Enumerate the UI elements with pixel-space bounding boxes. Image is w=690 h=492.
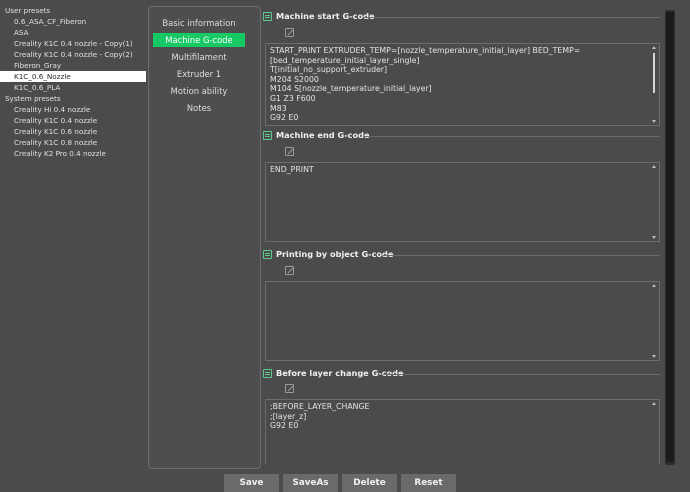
gcode-text[interactable]: END_PRINT — [270, 165, 647, 175]
preset-item[interactable]: ASA — [0, 27, 146, 38]
preset-item[interactable]: Creality K1C 0.6 nozzle — [0, 126, 146, 137]
preset-item[interactable]: Creality K1C 0.4 nozzle - Copy(2) — [0, 49, 146, 60]
nav-extruder-1[interactable]: Extruder 1 — [153, 67, 245, 81]
system-presets-title: System presets — [5, 94, 61, 103]
section-divider — [383, 255, 660, 256]
scroll-down-icon[interactable] — [652, 355, 656, 358]
preset-item[interactable]: Creality K1C 0.4 nozzle — [0, 115, 146, 126]
preset-item[interactable]: Creality K1C 0.4 nozzle - Copy(1) — [0, 38, 146, 49]
section-divider — [383, 374, 660, 375]
gcode-section-icon — [263, 131, 272, 140]
settings-nav: Basic information Machine G-code Multifi… — [148, 6, 261, 469]
editor-scrollbar[interactable] — [651, 401, 658, 464]
editor-scrollbar[interactable] — [651, 164, 658, 240]
section-machine-end-gcode: Machine end G-code END_PRINT — [260, 129, 660, 242]
scroll-down-icon[interactable] — [652, 120, 656, 123]
preset-item[interactable]: Creality K2 Pro 0.4 nozzle — [0, 148, 146, 159]
section-divider — [363, 136, 660, 137]
save-as-button[interactable]: SaveAs — [283, 474, 338, 492]
content-scroll-thumb[interactable] — [666, 12, 674, 462]
section-title: Printing by object G-code — [276, 249, 394, 259]
preset-item[interactable]: K1C_0.6_PLA — [0, 82, 146, 93]
reset-button[interactable]: Reset — [401, 474, 456, 492]
gcode-section-icon — [263, 250, 272, 259]
section-printing-by-object-gcode: Printing by object G-code — [260, 248, 660, 361]
section-divider — [363, 17, 660, 18]
machine-start-gcode-editor[interactable]: START_PRINT EXTRUDER_TEMP=[nozzle_temper… — [265, 43, 660, 126]
user-presets-title: User presets — [5, 6, 51, 15]
edit-icon[interactable] — [285, 384, 294, 393]
nav-multifilament[interactable]: Multifilament — [153, 50, 245, 64]
editor-scrollbar[interactable] — [651, 45, 658, 124]
nav-machine-gcode[interactable]: Machine G-code — [153, 33, 245, 47]
section-before-layer-change-gcode: Before layer change G-code ;BEFORE_LAYER… — [260, 367, 660, 464]
delete-button[interactable]: Delete — [342, 474, 397, 492]
gcode-content: Machine start G-code START_PRINT EXTRUDE… — [260, 8, 668, 464]
preset-item[interactable]: Creality Hi 0.4 nozzle — [0, 104, 146, 115]
section-title: Machine start G-code — [276, 11, 375, 21]
content-scrollbar[interactable] — [665, 10, 675, 465]
gcode-section-icon — [263, 12, 272, 21]
scroll-down-icon[interactable] — [652, 236, 656, 239]
edit-icon[interactable] — [285, 147, 294, 156]
nav-basic-information[interactable]: Basic information — [153, 16, 245, 30]
scroll-up-icon[interactable] — [652, 165, 656, 168]
nav-motion-ability[interactable]: Motion ability — [153, 84, 245, 98]
preset-item[interactable]: Fiberon_Gray — [0, 60, 146, 71]
editor-scrollbar[interactable] — [651, 283, 658, 359]
preset-item[interactable]: Creality K1C 0.8 nozzle — [0, 137, 146, 148]
gcode-text[interactable]: START_PRINT EXTRUDER_TEMP=[nozzle_temper… — [270, 46, 647, 123]
preset-tree: User presets 0.6_ASA_CF_Fiberon ASA Crea… — [0, 0, 146, 470]
scroll-up-icon[interactable] — [652, 402, 656, 405]
section-machine-start-gcode: Machine start G-code START_PRINT EXTRUDE… — [260, 10, 660, 126]
section-title: Machine end G-code — [276, 130, 370, 140]
nav-notes[interactable]: Notes — [153, 101, 245, 115]
edit-icon[interactable] — [285, 266, 294, 275]
save-button[interactable]: Save — [224, 474, 279, 492]
scroll-up-icon[interactable] — [652, 284, 656, 287]
before-layer-change-gcode-editor[interactable]: ;BEFORE_LAYER_CHANGE ;[layer_z] G92 E0 — [265, 399, 660, 464]
machine-end-gcode-editor[interactable]: END_PRINT — [265, 162, 660, 242]
gcode-section-icon — [263, 369, 272, 378]
scroll-thumb[interactable] — [653, 53, 655, 93]
section-title: Before layer change G-code — [276, 368, 404, 378]
scroll-up-icon[interactable] — [652, 46, 656, 49]
preset-item-selected[interactable]: K1C_0.6_Nozzle — [0, 71, 146, 82]
gcode-text[interactable]: ;BEFORE_LAYER_CHANGE ;[layer_z] G92 E0 — [270, 402, 647, 431]
printing-by-object-gcode-editor[interactable] — [265, 281, 660, 361]
edit-icon[interactable] — [285, 28, 294, 37]
preset-item[interactable]: 0.6_ASA_CF_Fiberon — [0, 16, 146, 27]
